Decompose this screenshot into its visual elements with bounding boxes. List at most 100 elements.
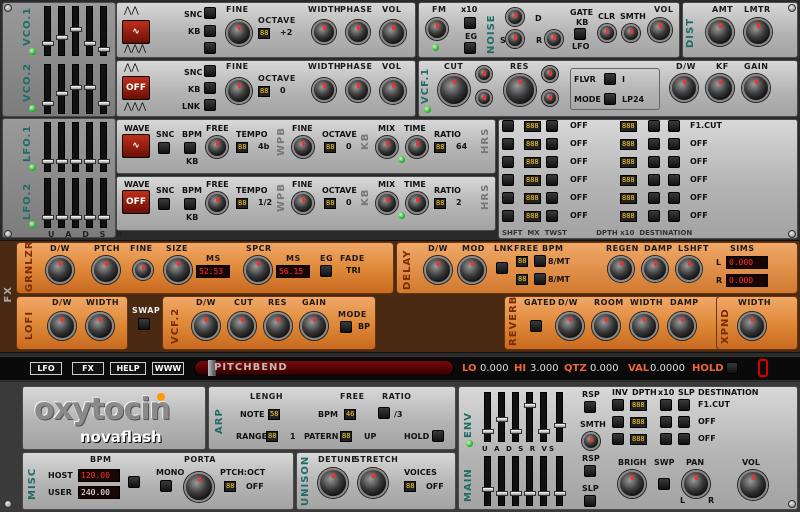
mod-row-3-right-amount[interactable]: 888 bbox=[620, 157, 637, 168]
mod-row-6-dest-button[interactable] bbox=[668, 210, 680, 222]
lofi-width-knob[interactable] bbox=[86, 312, 114, 340]
arp-range-seg[interactable]: 88 bbox=[266, 431, 279, 442]
main-fader-u[interactable] bbox=[482, 456, 494, 506]
dist-amt-knob[interactable] bbox=[706, 18, 734, 46]
lfo1-time-knob[interactable] bbox=[406, 136, 428, 158]
mod-row-1-shft[interactable] bbox=[502, 120, 514, 132]
vcf1-cut-mod-knob-1[interactable] bbox=[476, 66, 492, 82]
lfo2-fader-a[interactable] bbox=[56, 178, 68, 228]
arp-bpm-seg[interactable]: 46 bbox=[344, 409, 357, 420]
mod-row-5-dest-button[interactable] bbox=[668, 192, 680, 204]
delay-dw-knob[interactable] bbox=[424, 256, 452, 284]
env-smth-knob[interactable] bbox=[582, 432, 600, 450]
arp-hold-button[interactable] bbox=[432, 430, 444, 442]
unison-voices-seg[interactable]: 88 bbox=[404, 481, 417, 492]
lfo1-fader-u[interactable] bbox=[42, 122, 54, 172]
main-pan-knob[interactable] bbox=[682, 470, 710, 498]
vcf1-gain-knob[interactable] bbox=[742, 74, 770, 102]
vcf1-res-knob[interactable] bbox=[504, 74, 536, 106]
mod-row-2-left-amount[interactable]: 888 bbox=[524, 139, 541, 150]
mod-row-4-mx[interactable] bbox=[546, 174, 558, 186]
menu-lfo-button[interactable]: LFO bbox=[30, 362, 62, 375]
noise-smth-knob[interactable] bbox=[622, 24, 640, 42]
vcf1-kf-knob[interactable] bbox=[706, 74, 734, 102]
main-brigh-knob[interactable] bbox=[618, 470, 646, 498]
mod-row-2-mx[interactable] bbox=[546, 138, 558, 150]
noise-eg-button[interactable] bbox=[464, 42, 476, 54]
delay-r-seg[interactable]: 88 bbox=[516, 274, 529, 285]
env-dest-row-3-slp[interactable] bbox=[678, 433, 690, 445]
vco1-snc-button[interactable] bbox=[204, 7, 216, 19]
grnlzr-spcr-knob[interactable] bbox=[244, 256, 272, 284]
mod-row-5-left-amount[interactable]: 888 bbox=[524, 193, 541, 204]
misc-bpm-toggle[interactable] bbox=[128, 476, 140, 488]
lfo2-fine-knob[interactable] bbox=[292, 192, 314, 214]
vcf1-flvr-button[interactable] bbox=[604, 73, 616, 85]
lfo1-octave-display[interactable]: 88 bbox=[324, 142, 337, 153]
noise-r-knob[interactable] bbox=[545, 30, 563, 48]
reverb-damp-knob[interactable] bbox=[668, 312, 696, 340]
arp-patern-seg[interactable]: 88 bbox=[340, 431, 353, 442]
vco2-fader-d[interactable] bbox=[70, 64, 82, 114]
env-fader-d[interactable] bbox=[510, 392, 522, 442]
mod-row-1-right-amount[interactable]: 888 bbox=[620, 121, 637, 132]
vco2-width-knob[interactable] bbox=[312, 78, 336, 102]
reverb-room-knob[interactable] bbox=[592, 312, 620, 340]
vco1-vol-knob[interactable] bbox=[380, 20, 406, 46]
reverb-width-knob[interactable] bbox=[630, 312, 658, 340]
lofi-dw-knob[interactable] bbox=[48, 312, 76, 340]
mod-row-3-shft[interactable] bbox=[502, 156, 514, 168]
lfo2-wave-button[interactable]: OFF bbox=[122, 190, 150, 214]
noise-clr-knob[interactable] bbox=[598, 24, 616, 42]
mod-row-1-left-amount[interactable]: 888 bbox=[524, 121, 541, 132]
misc-porta-knob[interactable] bbox=[184, 472, 214, 502]
delay-r-display[interactable]: 0.000 bbox=[726, 274, 768, 287]
grnlzr-size-knob[interactable] bbox=[164, 256, 192, 284]
mod-row-5-mx[interactable] bbox=[546, 192, 558, 204]
swap-button[interactable] bbox=[138, 318, 150, 330]
delay-l-button[interactable] bbox=[534, 255, 546, 267]
vcf2-dw-knob[interactable] bbox=[192, 312, 220, 340]
env-dest-row-1-x10[interactable] bbox=[660, 399, 672, 411]
vcf1-cut-knob[interactable] bbox=[438, 74, 470, 106]
env-dest-row-2-depth[interactable]: 888 bbox=[630, 417, 647, 428]
mod-row-4-shft[interactable] bbox=[502, 174, 514, 186]
vco2-snc-button[interactable] bbox=[204, 65, 216, 77]
mod-row-6-right-amount[interactable]: 888 bbox=[620, 211, 637, 222]
delay-r-button[interactable] bbox=[534, 273, 546, 285]
lfo1-fader-r[interactable] bbox=[98, 122, 110, 172]
mod-row-2-shft[interactable] bbox=[502, 138, 514, 150]
mod-row-6-shft[interactable] bbox=[502, 210, 514, 222]
mod-row-6-left-amount[interactable]: 888 bbox=[524, 211, 541, 222]
vco1-fader-u[interactable] bbox=[42, 6, 54, 56]
lfo1-fine-knob[interactable] bbox=[292, 136, 314, 158]
vcf1-mode-button[interactable] bbox=[604, 93, 616, 105]
lfo2-snc-button[interactable] bbox=[158, 198, 170, 210]
arp-note-seg[interactable]: 58 bbox=[268, 409, 281, 420]
vco1-fader-d[interactable] bbox=[70, 6, 82, 56]
lfo2-fader-s[interactable] bbox=[84, 178, 96, 228]
misc-user-display[interactable]: 240.00 bbox=[78, 486, 120, 499]
mod-row-6-mx[interactable] bbox=[546, 210, 558, 222]
vco1-phase-knob[interactable] bbox=[346, 20, 370, 44]
misc-host-display[interactable]: 120.00 bbox=[78, 469, 120, 482]
env-fader-a[interactable] bbox=[496, 392, 508, 442]
lfo1-fader-s[interactable] bbox=[84, 122, 96, 172]
grnlzr-dw-knob[interactable] bbox=[46, 256, 74, 284]
misc-mono-button[interactable] bbox=[160, 480, 172, 492]
mod-row-3-mx[interactable] bbox=[546, 156, 558, 168]
unison-stretch-knob[interactable] bbox=[358, 468, 388, 498]
vco1-fader-r[interactable] bbox=[98, 6, 110, 56]
grnlzr-ms-display[interactable]: 52.53 bbox=[196, 265, 230, 278]
delay-mod-knob[interactable] bbox=[458, 256, 486, 284]
vcf1-cut-mod-knob-2[interactable] bbox=[476, 90, 492, 106]
lfo2-octave-display[interactable]: 88 bbox=[324, 198, 337, 209]
mod-row-4-x10[interactable] bbox=[648, 174, 660, 186]
lfo2-time-knob[interactable] bbox=[406, 192, 428, 214]
vco1-octave-display[interactable]: 88 bbox=[258, 28, 271, 39]
vco2-fader-s[interactable] bbox=[84, 64, 96, 114]
xpnd-width-knob[interactable] bbox=[738, 312, 766, 340]
grnlzr-eg-button[interactable] bbox=[320, 265, 332, 277]
vco2-kb-button[interactable] bbox=[204, 82, 216, 94]
reverb-gated-button[interactable] bbox=[530, 320, 542, 332]
